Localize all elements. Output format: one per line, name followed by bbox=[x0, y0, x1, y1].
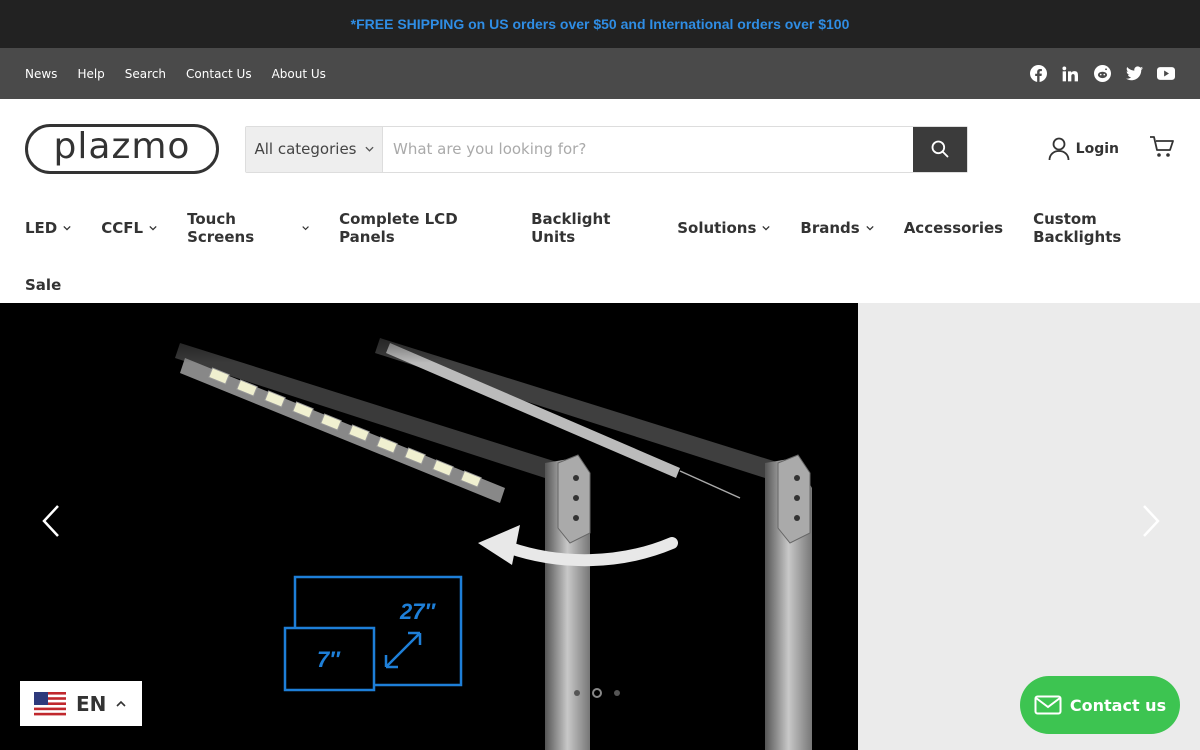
chevron-down-icon bbox=[866, 225, 874, 231]
chevron-up-icon bbox=[116, 700, 126, 707]
nav-item-custom-backlights[interactable]: Custom Backlights bbox=[1033, 199, 1175, 256]
nav-label: Custom Backlights bbox=[1033, 209, 1122, 246]
language-selector[interactable]: EN bbox=[20, 681, 142, 726]
nav-item-solutions[interactable]: Solutions bbox=[677, 199, 771, 256]
nav-label: Accessories bbox=[903, 218, 1004, 237]
utility-link-help[interactable]: Help bbox=[77, 67, 104, 81]
chevron-left-icon bbox=[42, 505, 59, 537]
contact-us-label: Contact us bbox=[1069, 695, 1167, 715]
chevron-down-icon bbox=[63, 225, 71, 231]
youtube-icon[interactable] bbox=[1157, 65, 1175, 83]
facebook-icon[interactable] bbox=[1029, 65, 1047, 83]
nav-label: Touch Screens bbox=[187, 209, 255, 246]
social-links bbox=[1029, 65, 1175, 83]
header-actions: Login bbox=[1048, 135, 1175, 163]
login-label: Login bbox=[1075, 141, 1119, 157]
main-nav: LED CCFL Touch Screens Complete LCD Pane… bbox=[0, 199, 1200, 313]
utility-link-contact[interactable]: Contact Us bbox=[186, 67, 252, 81]
announcement-bar: *FREE SHIPPING on US orders over $50 and… bbox=[0, 0, 1200, 48]
utility-bar: News Help Search Contact Us About Us bbox=[0, 48, 1200, 99]
category-select-label: All categories bbox=[254, 140, 357, 158]
utility-link-about[interactable]: About Us bbox=[272, 67, 326, 81]
nav-item-accessories[interactable]: Accessories bbox=[904, 199, 1003, 256]
nav-label: Sale bbox=[25, 275, 62, 294]
twitter-icon[interactable] bbox=[1125, 65, 1143, 83]
search-icon bbox=[931, 140, 949, 158]
nav-label: Complete LCD Panels bbox=[339, 209, 458, 246]
nav-item-complete-lcd-panels[interactable]: Complete LCD Panels bbox=[339, 199, 501, 256]
nav-label: Brands bbox=[800, 218, 860, 237]
nav-item-brands[interactable]: Brands bbox=[800, 199, 874, 256]
nav-item-touch-screens[interactable]: Touch Screens bbox=[187, 199, 309, 256]
slide-dot[interactable] bbox=[574, 690, 580, 696]
next-slide-button[interactable] bbox=[1134, 503, 1164, 539]
us-flag-icon bbox=[34, 691, 66, 716]
nav-item-ccfl[interactable]: CCFL bbox=[101, 199, 157, 256]
search-bar: All categories bbox=[245, 125, 968, 173]
slide-dot-active[interactable] bbox=[592, 688, 602, 698]
slide-dot[interactable] bbox=[614, 690, 620, 696]
search-button[interactable] bbox=[913, 126, 967, 172]
login-link[interactable]: Login bbox=[1048, 137, 1119, 161]
user-icon bbox=[1048, 137, 1070, 161]
slide-dots bbox=[574, 688, 620, 698]
size-small-label: 7″ bbox=[317, 647, 341, 672]
contact-us-button[interactable]: Contact us bbox=[1020, 676, 1180, 734]
nav-item-led[interactable]: LED bbox=[25, 199, 71, 256]
nav-label: Solutions bbox=[677, 218, 757, 237]
size-large-label: 27″ bbox=[399, 599, 436, 624]
chevron-down-icon bbox=[302, 225, 309, 230]
linkedin-icon[interactable] bbox=[1061, 65, 1079, 83]
mail-icon bbox=[1034, 695, 1062, 715]
chevron-right-icon bbox=[1143, 505, 1160, 537]
category-select[interactable]: All categories bbox=[246, 126, 383, 172]
previous-slide-button[interactable] bbox=[38, 503, 68, 539]
cart-button[interactable] bbox=[1149, 135, 1175, 163]
announcement-text: *FREE SHIPPING on US orders over $50 and… bbox=[350, 16, 850, 32]
nav-label: Backlight Units bbox=[531, 209, 611, 246]
nav-label: CCFL bbox=[101, 218, 144, 237]
nav-label: LED bbox=[25, 218, 58, 237]
utility-link-news[interactable]: News bbox=[25, 67, 57, 81]
plazmo-logo[interactable]: plazmo bbox=[25, 124, 219, 174]
chevron-down-icon bbox=[762, 225, 771, 231]
chevron-down-icon bbox=[149, 225, 157, 231]
chevron-down-icon bbox=[364, 146, 374, 152]
language-code: EN bbox=[76, 691, 107, 716]
logo-text: plazmo bbox=[53, 126, 191, 167]
reddit-icon[interactable] bbox=[1093, 65, 1111, 83]
hero-slideshow: 27″ 7″ bbox=[0, 303, 1200, 750]
cart-icon bbox=[1150, 136, 1174, 157]
search-input[interactable] bbox=[383, 126, 913, 172]
utility-link-search[interactable]: Search bbox=[125, 67, 166, 81]
nav-item-backlight-units[interactable]: Backlight Units bbox=[531, 199, 647, 256]
site-header: plazmo All categories Login bbox=[0, 99, 1200, 199]
utility-links: News Help Search Contact Us About Us bbox=[25, 67, 326, 81]
